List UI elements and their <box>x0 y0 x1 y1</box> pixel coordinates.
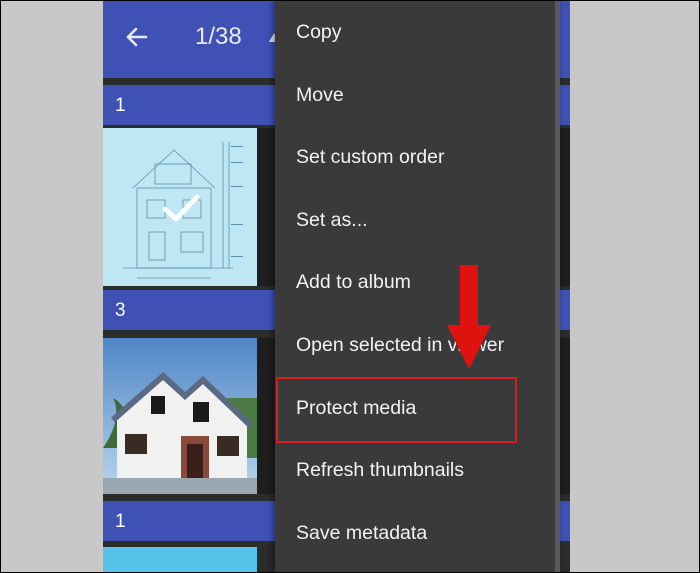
sky-image <box>103 547 257 572</box>
down-arrow-icon <box>447 265 491 369</box>
menu-item-refresh-thumbnails[interactable]: Refresh thumbnails <box>275 439 555 501</box>
section-header-edge <box>569 85 570 125</box>
section-count: 1 <box>115 95 126 116</box>
thumbnail-sky[interactable] <box>103 547 257 572</box>
menu-item-move[interactable]: Move <box>275 64 555 126</box>
section-header-edge <box>569 501 570 541</box>
arrow-left-icon <box>126 27 148 47</box>
house-photo-image <box>103 338 257 494</box>
highlight-box <box>276 377 517 443</box>
menu-item-set-custom-order[interactable]: Set custom order <box>275 126 555 188</box>
menu-scrollbar[interactable] <box>555 1 560 572</box>
menu-item-set-as[interactable]: Set as... <box>275 189 555 251</box>
menu-item-add-to-album[interactable]: Add to album <box>275 251 555 313</box>
section-header-edge <box>569 290 570 330</box>
thumbnail-blueprint[interactable] <box>103 128 257 286</box>
thumbnail-house-photo[interactable] <box>103 338 257 494</box>
back-button[interactable] <box>121 21 153 53</box>
section-count: 3 <box>115 300 126 321</box>
menu-item-copy[interactable]: Copy <box>275 1 555 63</box>
menu-item-open-selected-in-viewer[interactable]: Open selected in viewer <box>275 314 555 376</box>
section-count: 1 <box>115 511 126 532</box>
check-icon <box>162 194 200 222</box>
photo-counter: 1/38 <box>195 23 242 50</box>
overflow-menu: Copy Move Set custom order Set as... Add… <box>275 1 560 572</box>
menu-item-save-metadata[interactable]: Save metadata <box>275 502 555 564</box>
toolbar-edge <box>569 1 570 78</box>
